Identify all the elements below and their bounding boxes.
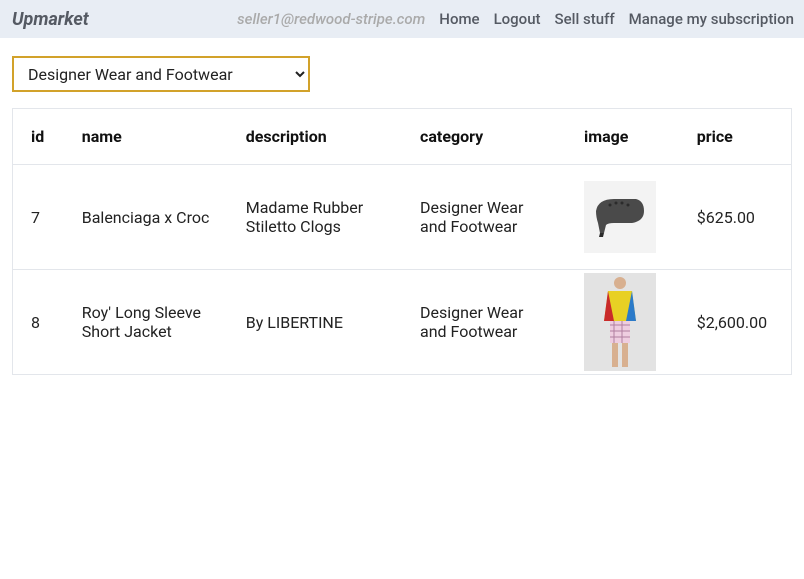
table-row: 8 Roy' Long Sleeve Short Jacket By LIBER… bbox=[13, 270, 792, 375]
app-header: Upmarket seller1@redwood-stripe.com Home… bbox=[0, 0, 804, 38]
nav-sell-stuff[interactable]: Sell stuff bbox=[555, 10, 615, 28]
cell-description: Madame Rubber Stiletto Clogs bbox=[228, 165, 402, 270]
cell-image bbox=[566, 165, 679, 270]
column-id: id bbox=[13, 109, 64, 165]
nav-manage-subscription[interactable]: Manage my subscription bbox=[629, 10, 794, 28]
brand-title: Upmarket bbox=[12, 9, 89, 30]
table-row: 7 Balenciaga x Croc Madame Rubber Stilet… bbox=[13, 165, 792, 270]
products-table: id name description category image price… bbox=[12, 108, 792, 375]
cell-name: Balenciaga x Croc bbox=[64, 165, 228, 270]
column-price: price bbox=[679, 109, 792, 165]
category-select[interactable]: Designer Wear and Footwear bbox=[12, 56, 310, 92]
column-image: image bbox=[566, 109, 679, 165]
cell-image bbox=[566, 270, 679, 375]
stiletto-clog-icon bbox=[584, 181, 656, 253]
cell-price: $2,600.00 bbox=[679, 270, 792, 375]
nav-logout[interactable]: Logout bbox=[494, 10, 541, 28]
cell-name: Roy' Long Sleeve Short Jacket bbox=[64, 270, 228, 375]
main-content: Designer Wear and Footwear id name descr… bbox=[0, 38, 804, 385]
cell-category: Designer Wear and Footwear bbox=[402, 270, 566, 375]
column-category: category bbox=[402, 109, 566, 165]
column-name: name bbox=[64, 109, 228, 165]
cell-category: Designer Wear and Footwear bbox=[402, 165, 566, 270]
colorful-jacket-icon bbox=[584, 286, 656, 358]
user-email: seller1@redwood-stripe.com bbox=[237, 10, 425, 28]
header-nav: seller1@redwood-stripe.com Home Logout S… bbox=[237, 10, 794, 28]
cell-price: $625.00 bbox=[679, 165, 792, 270]
cell-description: By LIBERTINE bbox=[228, 270, 402, 375]
cell-id: 7 bbox=[13, 165, 64, 270]
cell-id: 8 bbox=[13, 270, 64, 375]
table-header-row: id name description category image price bbox=[13, 109, 792, 165]
nav-home[interactable]: Home bbox=[439, 10, 479, 28]
column-description: description bbox=[228, 109, 402, 165]
